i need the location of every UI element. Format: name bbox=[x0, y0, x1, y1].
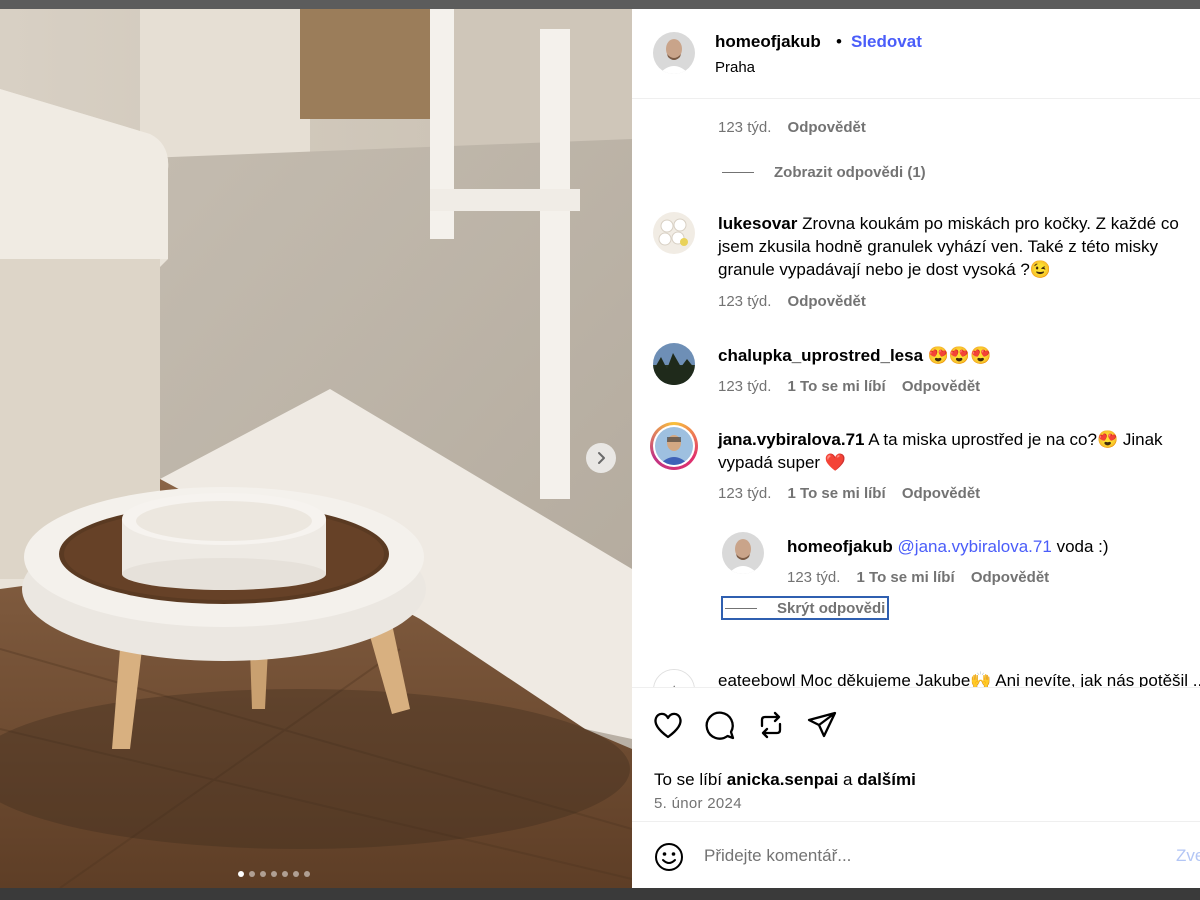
share-icon[interactable] bbox=[805, 708, 839, 742]
add-comment-input[interactable] bbox=[704, 844, 1154, 868]
reply-mention[interactable]: @jana.vybiralova.71 bbox=[898, 537, 1052, 556]
carousel-dot[interactable] bbox=[293, 871, 299, 877]
likes-summary: To se líbí anicka.senpai a dalšími bbox=[654, 770, 916, 790]
window-top-strip bbox=[0, 0, 1200, 9]
hide-replies-button[interactable]: Skrýt odpovědi bbox=[721, 596, 889, 620]
commenter-avatar[interactable]: eatee bbox=[653, 669, 695, 687]
reply-button[interactable]: Odpovědět bbox=[902, 378, 980, 395]
author-avatar[interactable] bbox=[653, 32, 695, 74]
comment-time: 123 týd. bbox=[718, 119, 772, 136]
chevron-right-icon bbox=[598, 452, 605, 464]
comment-body: Moc děkujeme Jakube🙌 Ani nevíte, jak nás… bbox=[800, 671, 1200, 687]
carousel-dot[interactable] bbox=[238, 871, 244, 877]
commenter-username[interactable]: lukesovar bbox=[718, 214, 797, 233]
comment-text: jana.vybiralova.71 A ta miska uprostřed … bbox=[718, 428, 1200, 474]
liked-by-user[interactable]: anicka.senpai bbox=[727, 770, 839, 789]
add-comment-bar: Zveřejnit bbox=[632, 821, 1200, 888]
reply-meta: 123 týd. 1 To se mi líbí Odpovědět bbox=[787, 569, 1049, 586]
carousel-dot[interactable] bbox=[282, 871, 288, 877]
comment-meta: 123 týd. 1 To se mi líbí Odpovědět bbox=[718, 378, 980, 395]
comment-body: 😍😍😍 bbox=[927, 346, 992, 365]
separator-dot: • bbox=[836, 32, 842, 51]
commenter-username[interactable]: chalupka_uprostred_lesa bbox=[718, 346, 923, 365]
heart-icon[interactable] bbox=[651, 708, 685, 742]
photo-illustration bbox=[0, 9, 632, 888]
reply-button[interactable]: Odpovědět bbox=[902, 485, 980, 502]
comment-meta: 123 týd. 1 To se mi líbí Odpovědět bbox=[718, 485, 980, 502]
commenter-username[interactable]: jana.vybiralova.71 bbox=[718, 430, 864, 449]
reply-time: 123 týd. bbox=[787, 569, 841, 586]
post-actions: To se líbí anicka.senpai a dalšími 5. ún… bbox=[632, 687, 1200, 821]
carousel-dot[interactable] bbox=[304, 871, 310, 877]
comment-text: eateebowl Moc děkujeme Jakube🙌 Ani nevít… bbox=[718, 669, 1200, 687]
comment-likes-button[interactable]: 1 To se mi líbí bbox=[788, 378, 886, 395]
likes-prefix: To se líbí bbox=[654, 770, 723, 789]
comment-meta: 123 týd. Odpovědět bbox=[718, 119, 866, 136]
post-header: homeofjakub • Sledovat Praha bbox=[632, 9, 1200, 99]
reply-button[interactable]: Odpovědět bbox=[788, 119, 866, 136]
avatar-logo-text: eatee bbox=[654, 670, 694, 687]
commenter-avatar[interactable] bbox=[653, 212, 695, 254]
carousel-dot[interactable] bbox=[271, 871, 277, 877]
post-date: 5. únor 2024 bbox=[654, 795, 742, 812]
hide-replies-label: Skrýt odpovědi bbox=[777, 599, 886, 617]
comment-time: 123 týd. bbox=[718, 293, 772, 310]
likes-and: a bbox=[843, 770, 853, 789]
comment-icon[interactable] bbox=[703, 708, 737, 742]
emoji-icon[interactable] bbox=[653, 841, 685, 873]
reply-button[interactable]: Odpovědět bbox=[788, 293, 866, 310]
view-replies-label: Zobrazit odpovědi (1) bbox=[774, 164, 926, 181]
comment-text: lukesovar Zrovna koukám po miskách pro k… bbox=[718, 212, 1200, 281]
post-details-panel: homeofjakub • Sledovat Praha 123 týd. Od… bbox=[632, 9, 1200, 888]
comment-time: 123 týd. bbox=[718, 485, 772, 502]
post-location[interactable]: Praha bbox=[715, 59, 755, 76]
comment-likes-button[interactable]: 1 To se mi líbí bbox=[788, 485, 886, 502]
reply-button[interactable]: Odpovědět bbox=[971, 569, 1049, 586]
commenter-avatar[interactable] bbox=[653, 343, 695, 385]
carousel-dots bbox=[238, 871, 310, 877]
comments-list[interactable]: 123 týd. Odpovědět Zobrazit odpovědi (1)… bbox=[632, 100, 1200, 687]
comment-meta: 123 týd. Odpovědět bbox=[718, 293, 866, 310]
post-photo bbox=[0, 9, 632, 888]
reply-avatar[interactable] bbox=[722, 532, 764, 574]
next-photo-button[interactable] bbox=[586, 443, 616, 473]
comment-time: 123 týd. bbox=[718, 378, 772, 395]
commenter-avatar-story-ring[interactable] bbox=[650, 422, 698, 470]
follow-button[interactable]: Sledovat bbox=[851, 32, 922, 52]
carousel-dot[interactable] bbox=[260, 871, 266, 877]
reply-username[interactable]: homeofjakub bbox=[787, 537, 893, 556]
repost-icon[interactable] bbox=[754, 708, 788, 742]
reply-body: voda :) bbox=[1056, 537, 1109, 556]
commenter-username[interactable]: eateebowl bbox=[718, 671, 796, 687]
comment-text: chalupka_uprostred_lesa 😍😍😍 bbox=[718, 344, 1200, 367]
likes-others-link[interactable]: dalšími bbox=[857, 770, 916, 789]
author-username[interactable]: homeofjakub bbox=[715, 32, 821, 52]
post-comment-button[interactable]: Zveřejnit bbox=[1176, 846, 1200, 866]
view-replies-button[interactable]: Zobrazit odpovědi (1) bbox=[722, 164, 926, 181]
window-bottom-strip bbox=[0, 888, 1200, 900]
reply-likes-button[interactable]: 1 To se mi líbí bbox=[857, 569, 955, 586]
divider-line bbox=[722, 172, 754, 173]
carousel-dot[interactable] bbox=[249, 871, 255, 877]
divider-line bbox=[725, 607, 757, 609]
reply-text: homeofjakub @jana.vybiralova.71 voda :) bbox=[787, 535, 1187, 558]
